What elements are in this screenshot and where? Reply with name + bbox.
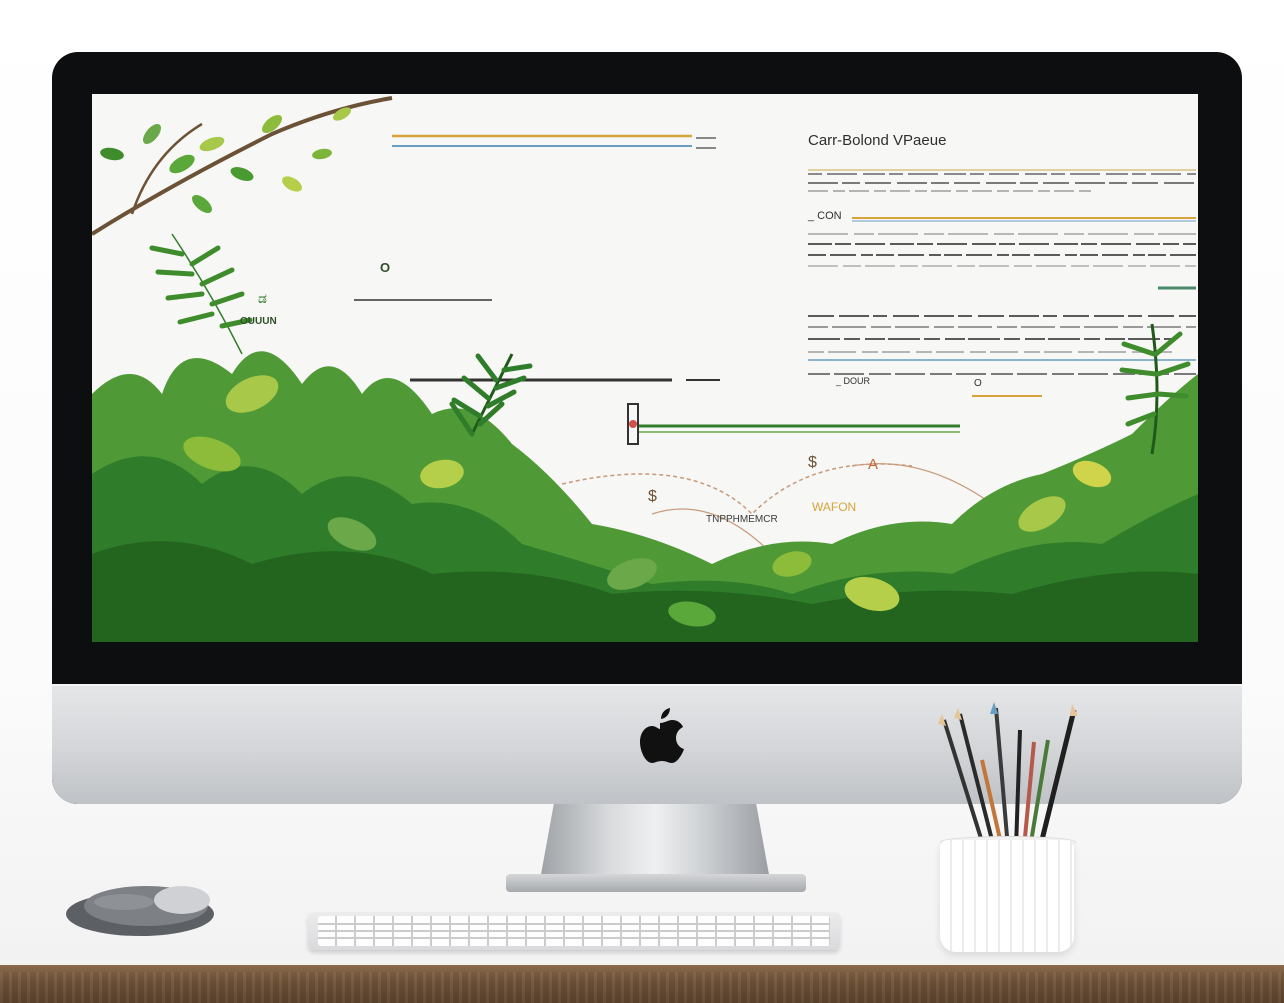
left-label-small: ಡ — [258, 290, 267, 306]
keyboard-row-divider — [318, 923, 830, 925]
foliage-left — [92, 96, 393, 236]
desk-grain — [0, 972, 1284, 1003]
pencils — [938, 702, 1078, 849]
foliage-ground — [92, 323, 1198, 642]
imac-stand-neck — [540, 804, 770, 880]
flow-label-1: TNPPHMEMCR — [706, 514, 778, 525]
small-mark: O — [380, 260, 391, 275]
mouse — [66, 886, 214, 936]
flow-label-2: WAFON — [812, 500, 857, 514]
screen-illustration — [92, 96, 1198, 642]
screen-display: Carr-Bolond VPaeue ಡ OUUUN O _ CON _ DOU… — [92, 94, 1198, 642]
screen-heading: Carr-Bolond VPaeue — [808, 132, 947, 149]
text-block-top — [808, 169, 1196, 397]
imac-stand-foot — [506, 874, 806, 892]
fern-left — [149, 233, 253, 355]
pencil-cup — [940, 840, 1074, 952]
keyboard-row-divider — [318, 930, 830, 932]
bottom-field: _ DOUR — [836, 376, 871, 386]
bottom-mark: O — [974, 378, 982, 389]
field-label: _ CON — [808, 210, 842, 222]
flow-node-c: A — [868, 456, 879, 473]
flow-node-a: $ — [648, 488, 657, 505]
keyboard-row-divider — [318, 937, 830, 939]
flow-node-b: $ — [808, 454, 817, 471]
apple-logo-icon — [640, 708, 684, 763]
left-label: OUUUN — [240, 316, 277, 327]
